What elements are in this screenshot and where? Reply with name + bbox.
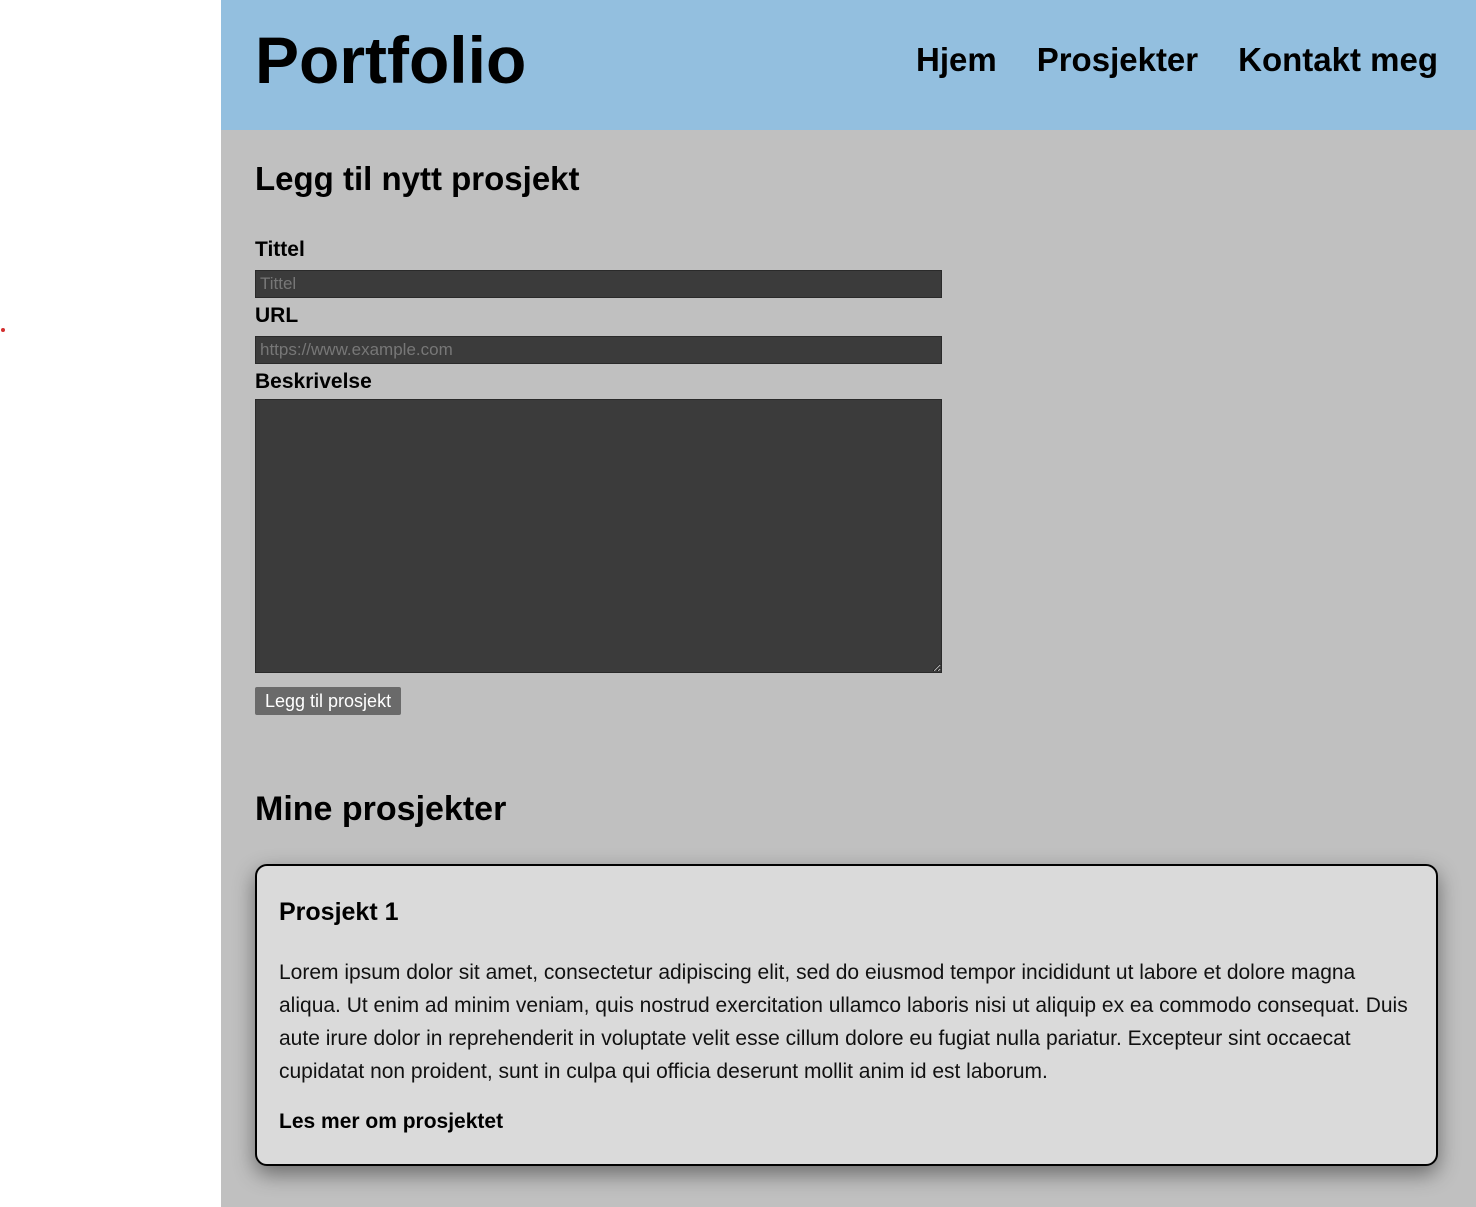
nav-link-prosjekter[interactable]: Prosjekter xyxy=(1037,40,1198,80)
project-card: Prosjekt 1 Lorem ipsum dolor sit amet, c… xyxy=(255,864,1438,1166)
red-dot-marker xyxy=(1,328,5,332)
title-label: Tittel xyxy=(255,238,305,261)
project-read-more-link[interactable]: Les mer om prosjektet xyxy=(279,1110,1414,1134)
project-title: Prosjekt 1 xyxy=(279,898,399,926)
description-textarea[interactable] xyxy=(255,399,942,673)
page: Portfolio Hjem Prosjekter Kontakt meg Le… xyxy=(221,0,1476,1207)
main-nav: Hjem Prosjekter Kontakt meg xyxy=(916,40,1438,80)
description-label: Beskrivelse xyxy=(255,370,372,393)
url-label: URL xyxy=(255,304,299,327)
project-description: Lorem ipsum dolor sit amet, consectetur … xyxy=(279,961,1408,1083)
site-logo[interactable]: Portfolio xyxy=(255,20,526,100)
add-project-heading: Legg til nytt prosjekt xyxy=(255,160,580,197)
site-header: Portfolio Hjem Prosjekter Kontakt meg xyxy=(221,0,1476,130)
my-projects-heading: Mine prosjekter xyxy=(255,790,507,828)
url-input[interactable] xyxy=(255,336,942,364)
nav-link-hjem[interactable]: Hjem xyxy=(916,40,997,80)
nav-link-kontakt[interactable]: Kontakt meg xyxy=(1238,40,1438,80)
add-project-button[interactable]: Legg til prosjekt xyxy=(255,687,402,715)
title-input[interactable] xyxy=(255,270,942,298)
